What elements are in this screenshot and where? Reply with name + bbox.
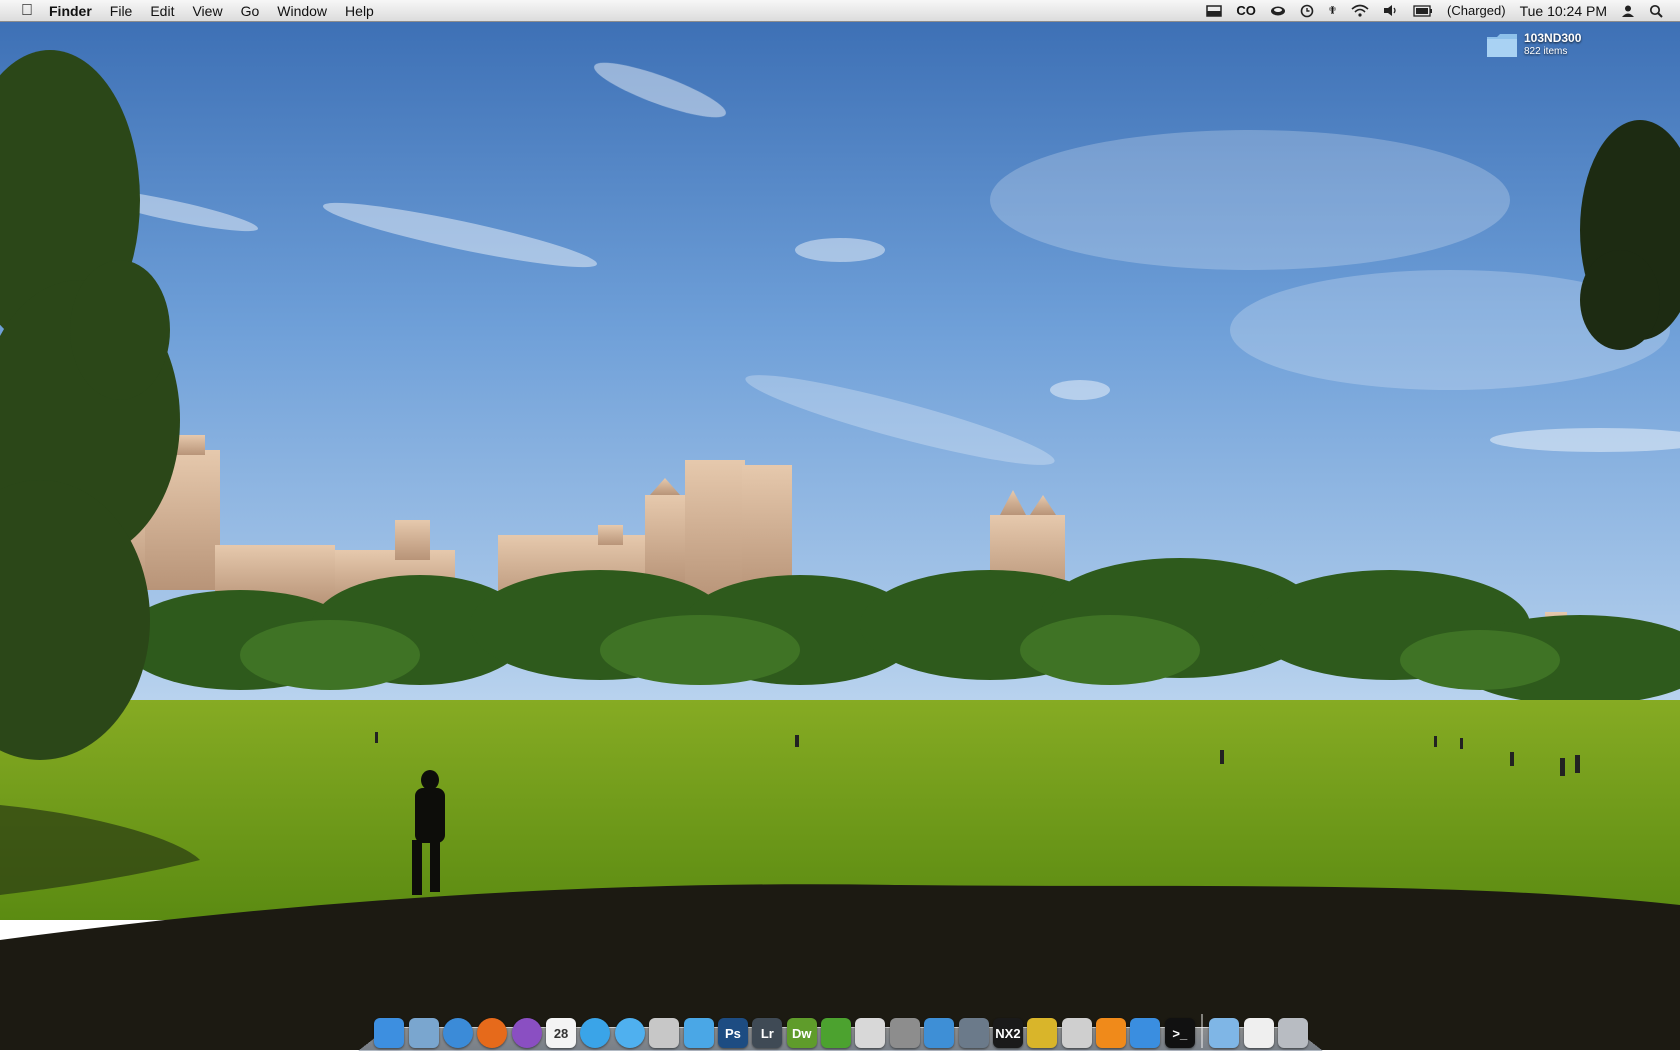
menu-go[interactable]: Go	[232, 0, 269, 22]
folder-stack-icon[interactable]	[1209, 1018, 1240, 1048]
firefox-icon[interactable]	[477, 1018, 508, 1048]
volume-icon[interactable]	[1376, 4, 1406, 17]
photoshop-icon[interactable]: Ps	[717, 1018, 748, 1048]
camera-icon[interactable]	[1027, 1018, 1058, 1048]
menu-app-finder[interactable]: Finder	[40, 0, 101, 22]
dreamweaver-icon[interactable]: Dw	[786, 1018, 817, 1048]
itunes-icon[interactable]	[511, 1018, 542, 1048]
cd-icon[interactable]: CO	[1229, 0, 1263, 22]
folder-name: 103ND300	[1524, 31, 1582, 45]
dvd-icon[interactable]	[1061, 1018, 1092, 1048]
cs-icon[interactable]	[855, 1018, 886, 1048]
folder-item-count: 822 items	[1524, 46, 1568, 57]
safari-icon[interactable]	[442, 1018, 473, 1048]
menu-edit[interactable]: Edit	[141, 0, 183, 22]
trash-icon[interactable]	[1277, 1018, 1308, 1048]
menu-window[interactable]: Window	[268, 0, 336, 22]
dock-item-label: >_	[1172, 1025, 1188, 1041]
user-icon[interactable]	[1614, 4, 1642, 18]
photo-icon[interactable]	[649, 1018, 680, 1048]
menu-bar:  Finder File Edit View Go Window Help C…	[0, 0, 1680, 22]
preview-icon[interactable]	[408, 1018, 439, 1048]
ichat-icon[interactable]	[614, 1018, 645, 1048]
quill-icon[interactable]	[958, 1018, 989, 1048]
apple-menu-icon[interactable]: 	[14, 2, 40, 20]
dock-item-label: Lr	[760, 1025, 774, 1041]
nx2-icon[interactable]: NX2	[992, 1018, 1023, 1048]
menu-help[interactable]: Help	[336, 0, 383, 22]
calendar-icon[interactable]: 28	[546, 1018, 577, 1048]
dock-item-label: Dw	[791, 1025, 812, 1041]
battery-status-text: (Charged)	[1447, 2, 1506, 18]
folder-icon	[1487, 34, 1517, 57]
vlc-icon[interactable]	[1096, 1018, 1127, 1048]
settings-icon[interactable]	[889, 1018, 920, 1048]
clock[interactable]: Tue 10:24 PM	[1513, 0, 1614, 22]
display-icon[interactable]	[1199, 4, 1229, 17]
menu-file[interactable]: File	[101, 0, 142, 22]
desktop	[0, 0, 1680, 1050]
lightroom-icon[interactable]: Lr	[752, 1018, 783, 1048]
desktop-wallpaper	[0, 0, 1680, 1050]
dock-item-label: NX2	[995, 1025, 1021, 1041]
menu-view[interactable]: View	[183, 0, 231, 22]
leaf-icon[interactable]	[821, 1018, 852, 1048]
dock-separator	[1201, 1014, 1203, 1048]
xcode-icon[interactable]	[1130, 1018, 1161, 1048]
terminal-icon[interactable]: >_	[1164, 1018, 1195, 1048]
dock: 28 Ps Lr Dw NX2 >_	[372, 1004, 1310, 1048]
cup-icon[interactable]	[1263, 5, 1293, 17]
battery-icon[interactable]	[1406, 4, 1440, 17]
wifi-icon[interactable]	[1344, 4, 1376, 17]
time-machine-icon[interactable]	[1293, 4, 1321, 18]
spotlight-icon[interactable]	[1642, 4, 1670, 18]
bluetooth-icon[interactable]: ✟	[1321, 0, 1344, 22]
desktop-folder[interactable]: 103ND300 822 items	[1486, 32, 1581, 58]
dock-item-label: 28	[553, 1025, 569, 1041]
finder-icon[interactable]	[374, 1018, 405, 1048]
status-area: CO ✟ (Charged) Tue 10:24 PM	[1199, 0, 1680, 22]
chart-app-icon[interactable]	[924, 1018, 955, 1048]
document-icon[interactable]	[1243, 1018, 1274, 1048]
itunes-note-icon[interactable]	[683, 1018, 714, 1048]
dock-item-label: Ps	[724, 1025, 741, 1041]
messenger-icon[interactable]	[580, 1018, 611, 1048]
